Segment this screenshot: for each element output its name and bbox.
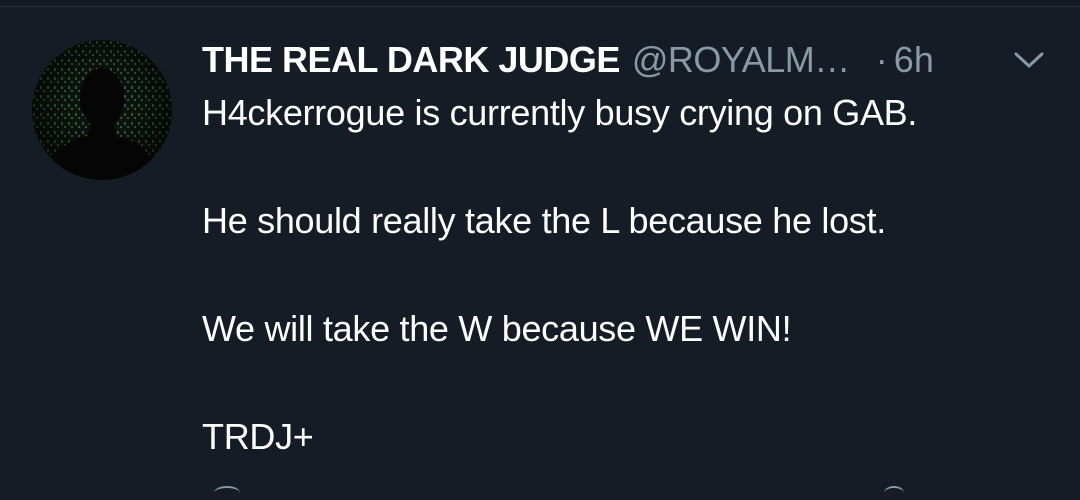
user-handle[interactable]: @ROYALM… (632, 39, 850, 81)
tweet-header: THE REAL DARK JUDGE @ROYALM… · 6h (202, 36, 934, 84)
tweet-menu-button[interactable] (1012, 46, 1046, 74)
share-icon[interactable] (884, 486, 904, 500)
chevron-down-icon (1014, 52, 1044, 68)
silhouette-avatar-icon (32, 40, 172, 180)
tweet-text-line: We will take the W because WE WIN! (202, 308, 792, 349)
separator-dot: · (875, 39, 888, 80)
tweet-text-line: TRDJ+ (202, 416, 314, 457)
tweet-text-line: H4ckerrogue is currently busy crying on … (202, 92, 918, 133)
reply-icon[interactable] (214, 486, 240, 500)
avatar[interactable] (32, 40, 172, 180)
display-name[interactable]: THE REAL DARK JUDGE (202, 39, 620, 81)
timestamp[interactable]: 6h (894, 39, 934, 81)
tweet-text-line: He should really take the L because he l… (202, 200, 886, 241)
tweet[interactable]: THE REAL DARK JUDGE @ROYALM… · 6h H4cker… (0, 0, 1080, 494)
